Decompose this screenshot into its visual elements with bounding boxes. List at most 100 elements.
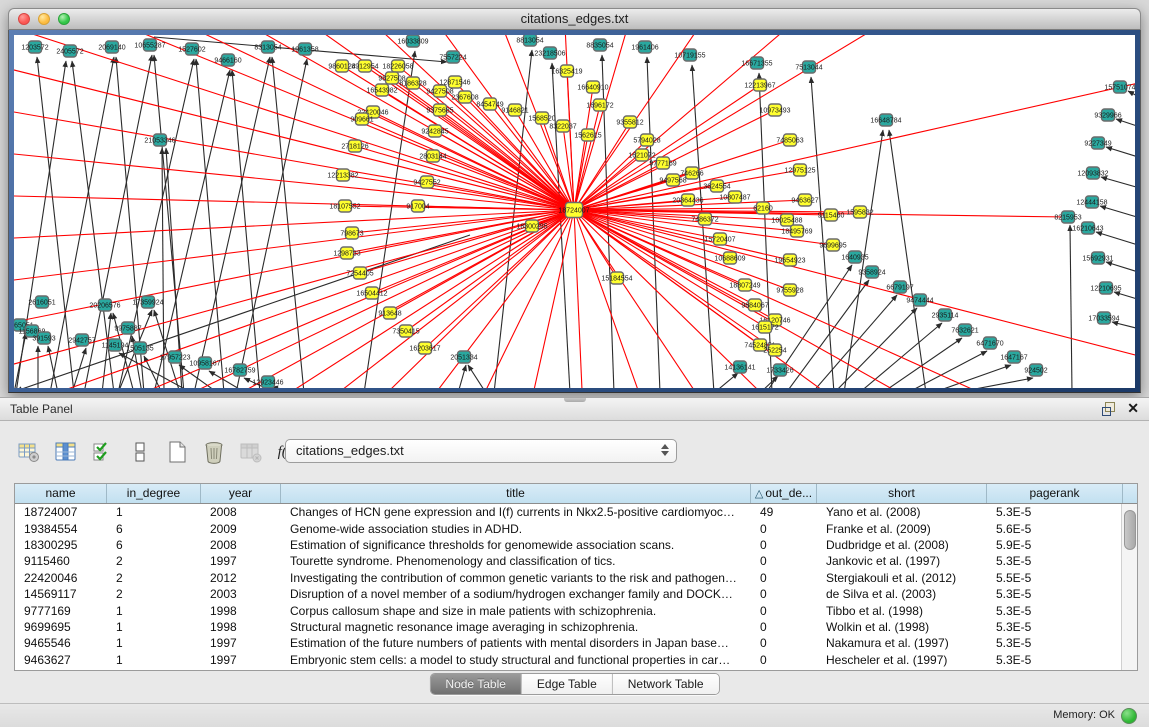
- graph-node[interactable]: 6679197: [886, 281, 913, 293]
- graph-node[interactable]: 8813054: [516, 35, 543, 46]
- network-canvas[interactable]: 1203572240557220691401065528715276029466…: [14, 35, 1135, 388]
- cell-name[interactable]: 9115460: [15, 554, 107, 568]
- cell-year[interactable]: 2008: [201, 505, 281, 519]
- select-columns-icon[interactable]: [90, 439, 116, 465]
- graph-node[interactable]: 9463627: [791, 194, 818, 206]
- edge[interactable]: [404, 210, 574, 388]
- graph-node[interactable]: 16640910: [577, 81, 608, 93]
- cell-out_de[interactable]: 0: [751, 636, 817, 650]
- cell-name[interactable]: 9465546: [15, 636, 107, 650]
- column-header-pagerank[interactable]: pagerank: [987, 484, 1123, 503]
- table-settings-icon[interactable]: [16, 439, 42, 465]
- graph-node[interactable]: 18226058: [382, 60, 413, 72]
- graph-node[interactable]: 62160: [753, 202, 773, 214]
- edge[interactable]: [355, 146, 574, 210]
- column-header-out_de[interactable]: △out_de...: [751, 484, 817, 503]
- graph-node[interactable]: 1568520: [528, 112, 555, 124]
- cell-title[interactable]: Investigating the contribution of common…: [281, 571, 751, 585]
- edge[interactable]: [889, 130, 926, 388]
- edge[interactable]: [859, 323, 942, 388]
- table-row[interactable]: 946554611997Estimation of the future num…: [15, 635, 1137, 651]
- cell-year[interactable]: 1998: [201, 604, 281, 618]
- graph-node[interactable]: 9329966: [1094, 109, 1121, 121]
- graph-node[interactable]: 18107552: [329, 200, 360, 212]
- graph-node[interactable]: 3624554: [703, 180, 730, 192]
- cell-pagerank[interactable]: 5.3E-5: [987, 604, 1123, 618]
- column-header-in_degree[interactable]: in_degree: [107, 484, 201, 503]
- cell-short[interactable]: Dudbridge et al. (2008): [817, 538, 987, 552]
- graph-node[interactable]: 2069140: [98, 41, 125, 53]
- edge[interactable]: [574, 210, 584, 388]
- cell-title[interactable]: Structural magnetic resonance image aver…: [281, 620, 751, 634]
- cell-in_degree[interactable]: 6: [107, 522, 201, 536]
- cell-in_degree[interactable]: 1: [107, 653, 201, 667]
- cell-short[interactable]: Franke et al. (2009): [817, 522, 987, 536]
- graph-node[interactable]: 12210695: [1090, 282, 1121, 294]
- vertical-scrollbar[interactable]: [1121, 504, 1137, 671]
- cell-in_degree[interactable]: 2: [107, 554, 201, 568]
- graph-node[interactable]: 16782759: [224, 364, 255, 376]
- column-header-title[interactable]: title: [281, 484, 751, 503]
- graph-node[interactable]: 12975125: [784, 164, 815, 176]
- cell-pagerank[interactable]: 5.5E-5: [987, 571, 1123, 585]
- edge[interactable]: [162, 148, 164, 388]
- graph-node[interactable]: 16648784: [870, 114, 901, 126]
- panel-resize-grip[interactable]: [564, 398, 586, 402]
- cell-title[interactable]: Genome-wide association studies in ADHD.: [281, 522, 751, 536]
- cell-pagerank[interactable]: 5.3E-5: [987, 505, 1123, 519]
- graph-node[interactable]: 8215953: [1054, 211, 1081, 223]
- tab-node-table[interactable]: Node Table: [430, 674, 522, 694]
- graph-node[interactable]: 9355812: [616, 116, 643, 128]
- edge[interactable]: [194, 57, 270, 388]
- cell-in_degree[interactable]: 1: [107, 505, 201, 519]
- edge[interactable]: [647, 57, 660, 388]
- minimize-window-button[interactable]: [38, 13, 50, 25]
- graph-node[interactable]: 9755928: [776, 284, 803, 296]
- edge[interactable]: [1101, 177, 1135, 195]
- graph-node[interactable]: 1298733: [333, 247, 360, 259]
- graph-node[interactable]: 7557224: [439, 51, 466, 63]
- edge[interactable]: [74, 35, 574, 210]
- edge[interactable]: [1128, 91, 1135, 110]
- graph-node[interactable]: 16210643: [1072, 222, 1103, 234]
- edge[interactable]: [574, 210, 1074, 388]
- edge[interactable]: [574, 210, 765, 327]
- column-header-name[interactable]: name: [15, 484, 107, 503]
- graph-node[interactable]: 1527602: [178, 43, 205, 55]
- cell-short[interactable]: Tibbo et al. (1998): [817, 604, 987, 618]
- edge[interactable]: [574, 155, 642, 210]
- graph-node[interactable]: 10973493: [759, 104, 790, 116]
- column-header-year[interactable]: year: [201, 484, 281, 503]
- graph-node[interactable]: 2616051: [28, 296, 55, 308]
- edge[interactable]: [811, 77, 834, 388]
- edge[interactable]: [1116, 119, 1135, 135]
- graph-node[interactable]: 2405572: [56, 45, 83, 57]
- graph-node[interactable]: 7485063: [776, 134, 803, 146]
- graph-node[interactable]: 10688609: [714, 252, 745, 264]
- delete-trash-icon[interactable]: [201, 439, 227, 465]
- close-panel-icon[interactable]: ✕: [1127, 402, 1139, 415]
- cell-in_degree[interactable]: 1: [107, 604, 201, 618]
- edge[interactable]: [14, 210, 574, 285]
- edge[interactable]: [14, 210, 574, 240]
- graph-node[interactable]: 2935114: [932, 309, 959, 321]
- tab-edge-table[interactable]: Edge Table: [522, 674, 613, 694]
- graph-node[interactable]: 917004: [406, 200, 429, 212]
- edge[interactable]: [44, 210, 574, 388]
- graph-node[interactable]: 2367608: [451, 91, 478, 103]
- graph-node[interactable]: 1961406: [631, 41, 658, 53]
- edge[interactable]: [14, 150, 574, 210]
- edge[interactable]: [760, 376, 778, 388]
- graph-node[interactable]: 9684067: [741, 299, 768, 311]
- cell-out_de[interactable]: 49: [751, 505, 817, 519]
- cell-short[interactable]: Wolkin et al. (1998): [817, 620, 987, 634]
- edge[interactable]: [272, 57, 304, 388]
- graph-node[interactable]: 15184554: [601, 272, 632, 284]
- graph-node[interactable]: 1595832: [846, 206, 873, 218]
- cell-short[interactable]: Stergiakouli et al. (2012): [817, 571, 987, 585]
- cell-title[interactable]: Corpus callosum shape and size in male p…: [281, 604, 751, 618]
- graph-node[interactable]: 5794028: [633, 134, 660, 146]
- edge[interactable]: [1070, 225, 1072, 388]
- graph-node[interactable]: 12213967: [744, 79, 775, 91]
- cell-out_de[interactable]: 0: [751, 554, 817, 568]
